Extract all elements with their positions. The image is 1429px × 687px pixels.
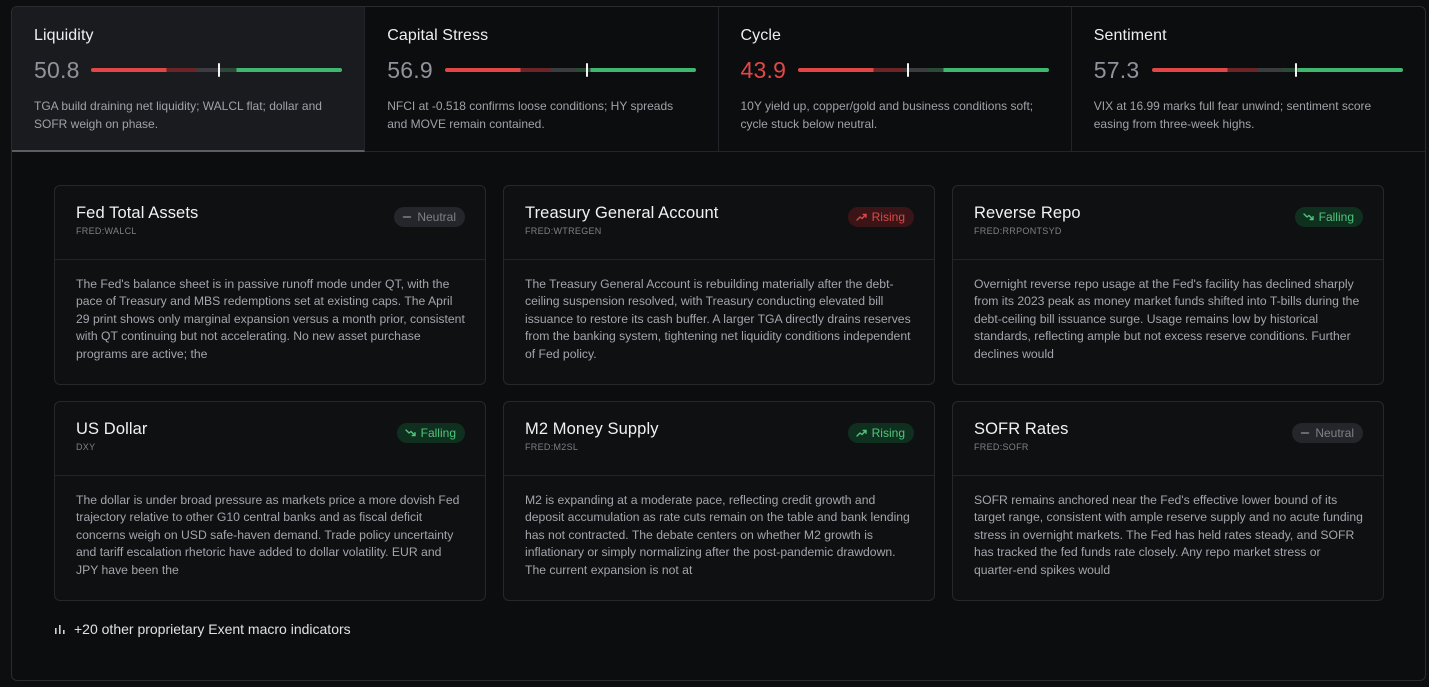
card-description: The dollar is under broad pressure as ma… (76, 493, 460, 577)
metric-description: TGA build draining net liquidity; WALCL … (34, 99, 322, 131)
dash-icon (403, 216, 412, 218)
gauge-marker (1294, 63, 1297, 77)
more-indicators-text: +20 other proprietary Exent macro indica… (74, 621, 351, 637)
card-code: FRED:SOFR (974, 442, 1029, 452)
card-code: FRED:WTREGEN (525, 226, 602, 236)
card-code: FRED:M2SL (525, 442, 579, 452)
metric-gauge (1152, 63, 1403, 77)
indicator-card-reverse-repo[interactable]: Reverse Repo FRED:RRPONTSYD Falling Over… (952, 185, 1384, 385)
metric-liquidity[interactable]: Liquidity 50.8 TGA build draining net li… (12, 7, 366, 152)
gauge-marker (906, 63, 909, 77)
indicator-card-m2-money-supply[interactable]: M2 Money Supply FRED:M2SL Rising M2 is e… (503, 401, 935, 601)
metric-value: 57.3 (1093, 56, 1140, 83)
badge-label: Rising (871, 426, 905, 440)
metric-title: Cycle (740, 27, 782, 44)
badge-label: Neutral (1315, 426, 1354, 440)
metric-gauge (797, 63, 1049, 77)
metric-value: 56.9 (387, 56, 433, 83)
status-badge: Neutral (1292, 423, 1363, 443)
metric-description: 10Y yield up, copper/gold and business c… (740, 99, 1034, 131)
badge-label: Neutral (417, 210, 456, 224)
card-description: SOFR remains anchored near the Fed's eff… (974, 493, 1363, 577)
indicator-cards: Fed Total Assets FRED:WALCL Neutral The … (54, 185, 1384, 601)
metric-gauge (91, 63, 343, 77)
status-badge: Rising (847, 423, 914, 443)
dashboard-frame: Liquidity 50.8 TGA build draining net li… (11, 6, 1426, 681)
badge-label: Falling (1318, 210, 1354, 224)
status-badge: Falling (1294, 207, 1363, 227)
gauge-track (444, 68, 696, 72)
metric-description: NFCI at -0.518 confirms loose conditions… (387, 99, 674, 131)
more-indicators-note: +20 other proprietary Exent macro indica… (54, 621, 351, 637)
badge-label: Rising (871, 210, 905, 224)
metric-gauge (444, 63, 696, 77)
card-description: M2 is expanding at a moderate pace, refl… (525, 493, 910, 577)
trend-up-icon (855, 213, 867, 221)
card-description: Overnight reverse repo usage at the Fed'… (974, 277, 1360, 361)
metric-description: VIX at 16.99 marks full fear unwind; sen… (1093, 99, 1372, 131)
gauge-marker (217, 63, 220, 77)
trend-down-icon (404, 429, 416, 437)
trend-down-icon (1302, 213, 1314, 221)
card-description: The Fed's balance sheet is in passive ru… (76, 277, 465, 361)
status-badge: Rising (847, 207, 914, 227)
trend-up-icon (855, 429, 867, 437)
metric-sentiment[interactable]: Sentiment 57.3 VIX at 16.99 marks full f… (1072, 7, 1425, 152)
metric-value: 43.9 (740, 56, 787, 83)
metric-cycle[interactable]: Cycle 43.9 10Y yield up, copper/gold and… (719, 7, 1072, 152)
indicator-card-treasury-general-account[interactable]: Treasury General Account FRED:WTREGEN Ri… (503, 185, 935, 385)
gauge-track (91, 68, 343, 72)
badge-label: Falling (420, 426, 456, 440)
card-code: FRED:WALCL (76, 226, 137, 236)
status-badge: Neutral (394, 207, 465, 227)
card-description: The Treasury General Account is rebuildi… (525, 277, 911, 361)
indicator-card-us-dollar[interactable]: US Dollar DXY Falling The dollar is unde… (54, 401, 486, 601)
gauge-track (1152, 68, 1403, 72)
status-badge: Falling (396, 423, 465, 443)
metric-title: Capital Stress (387, 27, 489, 44)
dash-icon (1301, 432, 1310, 434)
gauge-marker (586, 63, 589, 77)
metrics-bar: Liquidity 50.8 TGA build draining net li… (12, 7, 1425, 152)
indicator-card-fed-total-assets[interactable]: Fed Total Assets FRED:WALCL Neutral The … (54, 185, 486, 385)
metric-title: Sentiment (1093, 27, 1167, 44)
metric-value: 50.8 (34, 56, 80, 83)
card-code: FRED:RRPONTSYD (974, 226, 1062, 236)
metric-title: Liquidity (34, 27, 94, 44)
metric-capital-stress[interactable]: Capital Stress 56.9 NFCI at -0.518 confi… (365, 7, 719, 152)
indicator-card-sofr-rates[interactable]: SOFR Rates FRED:SOFR Neutral SOFR remain… (952, 401, 1384, 601)
gauge-track (797, 68, 1049, 72)
card-code: DXY (76, 442, 96, 452)
bar-chart-icon (55, 625, 65, 634)
